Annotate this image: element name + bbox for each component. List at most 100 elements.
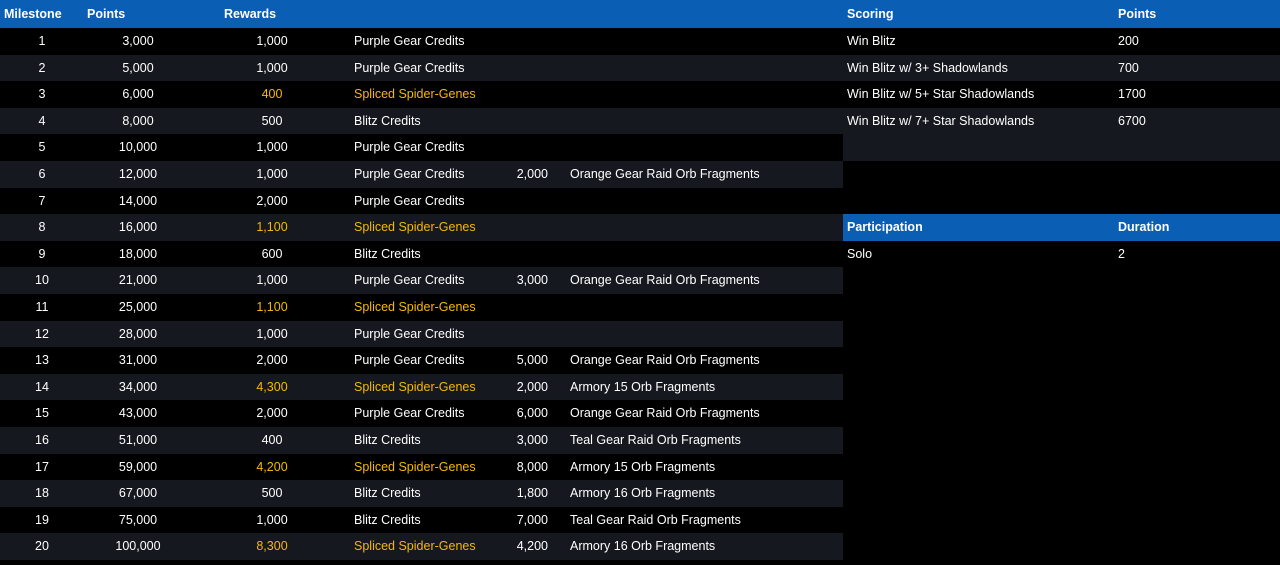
milestone-number: 6: [38, 166, 46, 181]
secondary-reward-amount: 3,000: [516, 273, 548, 288]
secondary-reward-amount: 8,000: [516, 459, 548, 474]
reward-amount: 1,000: [256, 326, 288, 341]
table-row: 19 75,000 1,000 Blitz Credits 7,000 Teal Gear…: [0, 506, 843, 534]
milestone-number: 20: [35, 539, 49, 554]
table-row: 8 16,000 1,100 Spliced Spider-Genes: [0, 214, 843, 241]
scoring-table-body: Win Blitz 200 Win Blitz w/ 3+ Shadowlands 7…: [843, 28, 1280, 135]
secondary-reward-name: Orange Gear Raid Orb Fragments: [570, 166, 760, 181]
table-row: Win Blitz 200: [843, 28, 1280, 55]
reward-amount: 4,300: [256, 379, 288, 394]
scoring-points: 200: [1118, 34, 1139, 48]
reward-amount: 1,000: [256, 166, 288, 181]
reward-amount: 1,000: [256, 512, 288, 527]
rewards-header: Rewards: [224, 7, 277, 21]
milestone-number: 9: [38, 246, 46, 261]
scoring-label: Win Blitz: [847, 34, 896, 48]
table-row: Solo 2: [843, 241, 1280, 268]
scoring-points: 6700: [1118, 113, 1146, 128]
milestone-points: 14,000: [118, 193, 158, 208]
scoring-header: Scoring: [847, 7, 894, 21]
reward-name: Purple Gear Credits: [354, 193, 465, 208]
reward-amount: 8,300: [256, 539, 288, 554]
panel-spacer: [843, 160, 1280, 215]
milestone-points: 16,000: [118, 220, 158, 235]
reward-amount: 400: [261, 87, 283, 102]
reward-amount: 400: [261, 432, 283, 447]
milestone-number: 11: [35, 299, 49, 314]
scoring-table-header: Scoring Points: [843, 0, 1280, 28]
table-row: 18 67,000 500 Blitz Credits 1,800 Armory 16 O…: [0, 480, 843, 507]
table-row: 2 5,000 1,000 Purple Gear Credits: [0, 54, 843, 82]
reward-amount: 2,000: [256, 193, 288, 208]
reward-name: Blitz Credits: [354, 113, 421, 128]
reward-amount: 500: [261, 486, 283, 501]
participation-table-body: Solo 2: [843, 241, 1280, 268]
table-row: Win Blitz w/ 7+ Star Shadowlands 6700: [843, 107, 1280, 135]
reward-amount: 1,000: [256, 34, 288, 48]
reward-name: Spliced Spider-Genes: [354, 220, 476, 235]
reward-name: Purple Gear Credits: [354, 34, 465, 48]
secondary-reward-amount: 7,000: [516, 512, 548, 527]
secondary-reward-name: Armory 15 Orb Fragments: [570, 379, 716, 394]
scoring-label: Win Blitz w/ 5+ Star Shadowlands: [847, 87, 1035, 102]
milestone-points: 51,000: [118, 432, 158, 447]
reward-name: Blitz Credits: [354, 512, 421, 527]
scoring-points-header: Points: [1118, 7, 1157, 21]
table-row: Win Blitz w/ 3+ Shadowlands 700: [843, 54, 1280, 82]
table-row: 6 12,000 1,000 Purple Gear Credits 2,000 Oran…: [0, 160, 843, 188]
milestone-points: 100,000: [115, 539, 161, 554]
reward-name: Purple Gear Credits: [354, 406, 465, 421]
scoring-filler-row: [843, 134, 1280, 161]
reward-amount: 1,100: [256, 299, 288, 314]
secondary-reward-amount: 1,800: [516, 486, 548, 501]
secondary-reward-name: Teal Gear Raid Orb Fragments: [570, 512, 741, 527]
milestone-points: 6,000: [122, 87, 154, 102]
milestone-table: Milestone Points Rewards 1 3,000 1,000 Purp…: [0, 0, 843, 560]
scoring-label: Win Blitz w/ 7+ Star Shadowlands: [847, 113, 1035, 128]
table-row: 10 21,000 1,000 Purple Gear Credits 3,000 Ora…: [0, 267, 843, 294]
table-row: 3 6,000 400 Spliced Spider-Genes: [0, 81, 843, 108]
table-row: 13 31,000 2,000 Purple Gear Credits 5,000 Ora…: [0, 347, 843, 374]
points-header: Points: [87, 7, 126, 21]
milestone-points: 25,000: [118, 299, 158, 314]
milestone-points: 31,000: [118, 353, 158, 368]
participation-type: Solo: [847, 247, 873, 262]
reward-amount: 2,000: [256, 406, 288, 421]
secondary-reward-amount: 2,000: [516, 166, 548, 181]
secondary-reward-name: Teal Gear Raid Orb Fragments: [570, 432, 741, 447]
secondary-reward-amount: 3,000: [516, 432, 548, 447]
reward-amount: 500: [261, 113, 283, 128]
milestone-table-header: Milestone Points Rewards: [0, 0, 843, 28]
secondary-reward-amount: 6,000: [516, 406, 548, 421]
reward-amount: 1,000: [256, 60, 288, 75]
milestone-points: 5,000: [122, 60, 154, 75]
milestone-number: 14: [35, 379, 49, 394]
milestone-header: Milestone: [4, 7, 62, 21]
milestone-number: 12: [35, 326, 49, 341]
reward-name: Purple Gear Credits: [354, 166, 465, 181]
milestone-number: 15: [35, 406, 49, 421]
reward-name: Purple Gear Credits: [354, 353, 465, 368]
table-row: 15 43,000 2,000 Purple Gear Credits 6,000 Ora…: [0, 400, 843, 427]
milestone-number: 4: [38, 113, 46, 128]
participation-duration: 2: [1118, 247, 1125, 262]
reward-name: Purple Gear Credits: [354, 60, 465, 75]
milestone-number: 13: [35, 353, 49, 368]
secondary-reward-name: Armory 16 Orb Fragments: [570, 486, 716, 501]
table-row: 16 51,000 400 Blitz Credits 3,000 Teal Gear R…: [0, 426, 843, 454]
milestone-points: 43,000: [118, 406, 158, 421]
table-row: 14 34,000 4,300 Spliced Spider-Genes 2,000 Ar…: [0, 373, 843, 401]
milestone-number: 17: [35, 459, 49, 474]
scoring-points: 700: [1118, 60, 1139, 75]
secondary-reward-amount: 2,000: [516, 379, 548, 394]
secondary-reward-amount: 5,000: [516, 353, 548, 368]
reward-name: Spliced Spider-Genes: [354, 459, 476, 474]
reward-amount: 600: [261, 246, 283, 261]
milestone-number: 8: [38, 220, 46, 235]
milestone-points: 34,000: [118, 379, 158, 394]
milestone-points: 67,000: [118, 486, 158, 501]
table-row: 11 25,000 1,100 Spliced Spider-Genes: [0, 293, 843, 321]
milestone-number: 2: [38, 60, 46, 75]
milestone-points: 59,000: [118, 459, 158, 474]
secondary-reward-name: Armory 16 Orb Fragments: [570, 539, 716, 554]
